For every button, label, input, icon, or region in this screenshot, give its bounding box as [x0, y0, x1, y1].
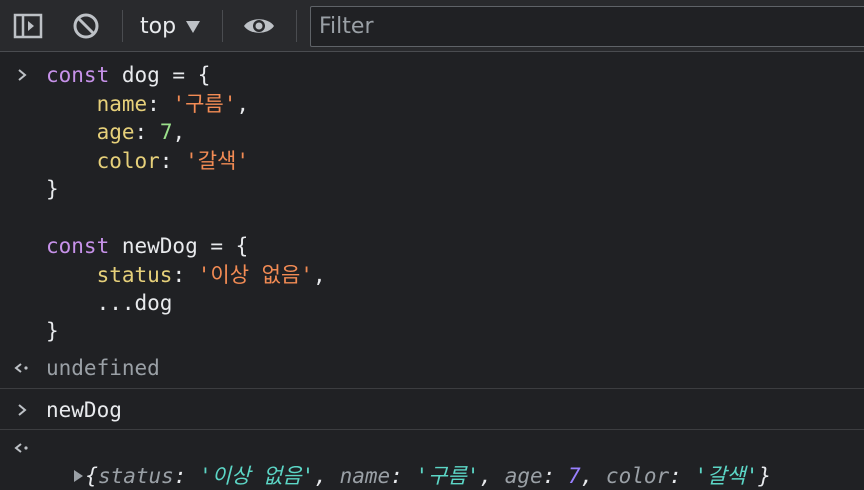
code-line: name: '구름',: [96, 92, 250, 116]
clear-console-button[interactable]: [68, 10, 104, 42]
code-line: age: 7,: [96, 120, 186, 144]
chevron-down-icon: [186, 21, 201, 33]
console-toolbar: top: [0, 0, 864, 52]
code-line: }: [46, 177, 59, 201]
toolbar-divider: [122, 10, 123, 42]
toolbar-divider: [222, 10, 223, 42]
result-arrow-icon: [12, 354, 32, 382]
input-prompt-icon: [12, 396, 32, 424]
code-line: ...dog: [96, 291, 173, 315]
clear-icon: [73, 13, 99, 39]
message-divider: [0, 388, 864, 389]
object-preview[interactable]: {status: '이상 없음', name: '구름', age: 7, co…: [46, 434, 771, 488]
code-line: color: '갈색': [96, 149, 250, 173]
filter-input[interactable]: [310, 6, 864, 47]
toolbar-divider: [296, 10, 297, 42]
code-line: const dog = {: [46, 63, 211, 87]
code-line: newDog: [46, 398, 122, 422]
eye-icon: [244, 19, 274, 33]
message-divider: [0, 429, 864, 430]
code-line: const newDog = {: [46, 234, 249, 258]
input-prompt-icon: [12, 61, 32, 89]
result-arrow-icon: [12, 434, 32, 462]
sidebar-toggle-icon: [13, 13, 43, 39]
context-label: top: [140, 13, 177, 39]
live-expression-button[interactable]: [240, 10, 278, 42]
context-selector[interactable]: top: [140, 10, 201, 42]
code-line: }: [46, 319, 59, 343]
code-line: status: '이상 없음',: [96, 263, 326, 287]
toggle-sidebar-button[interactable]: [10, 10, 46, 42]
expand-triangle-icon[interactable]: [71, 468, 85, 484]
result-value: undefined: [46, 356, 160, 380]
